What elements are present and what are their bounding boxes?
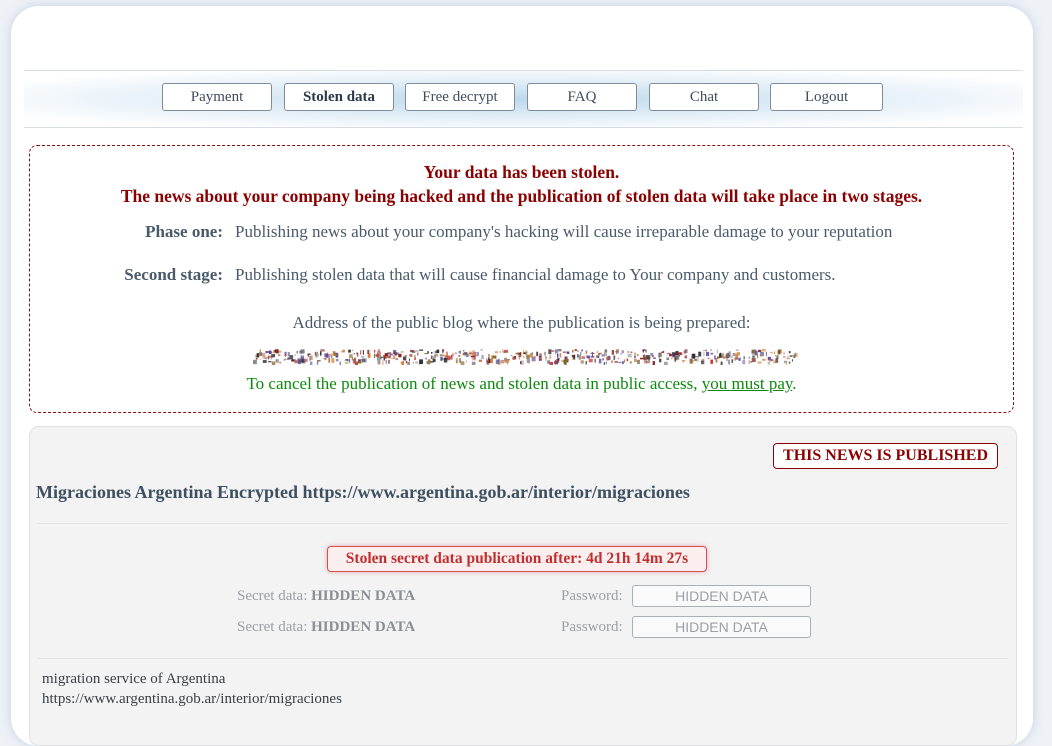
secret-data-row-2: Secret data: HIDDEN DATA — [237, 619, 415, 636]
notice-subheadline: The news about your company being hacked… — [120, 186, 923, 206]
published-status-badge: THIS NEWS IS PUBLISHED — [773, 443, 998, 469]
nav-faq-button[interactable]: FAQ — [527, 83, 637, 111]
password-field[interactable]: HIDDEN DATA — [632, 616, 811, 638]
divider — [38, 658, 1008, 659]
secret-data-label: Secret data: — [237, 619, 308, 635]
victim-title: Migraciones Argentina Encrypted https://… — [36, 482, 690, 502]
cancel-publication-text: To cancel the publication of news and st… — [30, 374, 1013, 394]
secret-data-label: Secret data: — [237, 588, 308, 604]
victim-entry-card: THIS NEWS IS PUBLISHED Migraciones Argen… — [29, 426, 1017, 746]
secret-data-value: HIDDEN DATA — [311, 588, 416, 604]
phase-one-text: Publishing news about your company's hac… — [235, 222, 893, 241]
cancel-text: To cancel the publication of news and st… — [246, 374, 698, 393]
cancel-period: . — [792, 374, 797, 393]
nav-stolen-data-button[interactable]: Stolen data — [284, 83, 394, 111]
password-label: Password: — [561, 619, 623, 635]
nav-chat-button[interactable]: Chat — [649, 83, 759, 111]
victim-description: migration service of Argentina — [42, 671, 226, 687]
phase-two-label: Second stage: — [124, 265, 223, 284]
victim-url: https://www.argentina.gob.ar/interior/mi… — [42, 691, 342, 707]
publication-countdown-timer: Stolen secret data publication after: 4d… — [327, 546, 707, 572]
you-must-pay-link[interactable]: you must pay — [702, 374, 793, 393]
scrambled-blog-address-image — [253, 349, 798, 365]
password-field[interactable]: HIDDEN DATA — [632, 585, 811, 607]
notice-headline: Your data has been stolen. — [423, 162, 620, 182]
blog-address-label: Address of the public blog where the pub… — [292, 313, 751, 332]
password-label: Password: — [561, 588, 623, 604]
nav-payment-button[interactable]: Payment — [162, 83, 272, 111]
nav-logout-button[interactable]: Logout — [770, 83, 883, 111]
divider — [38, 523, 1008, 524]
secret-data-value: HIDDEN DATA — [311, 619, 416, 635]
nav-free-decrypt-button[interactable]: Free decrypt — [405, 83, 515, 111]
stolen-data-notice: Your data has been stolen. The news abou… — [29, 145, 1014, 413]
phase-two-text: Publishing stolen data that will cause f… — [235, 265, 836, 284]
phase-one-label: Phase one: — [145, 222, 223, 241]
secret-data-row-1: Secret data: HIDDEN DATA — [237, 588, 415, 605]
